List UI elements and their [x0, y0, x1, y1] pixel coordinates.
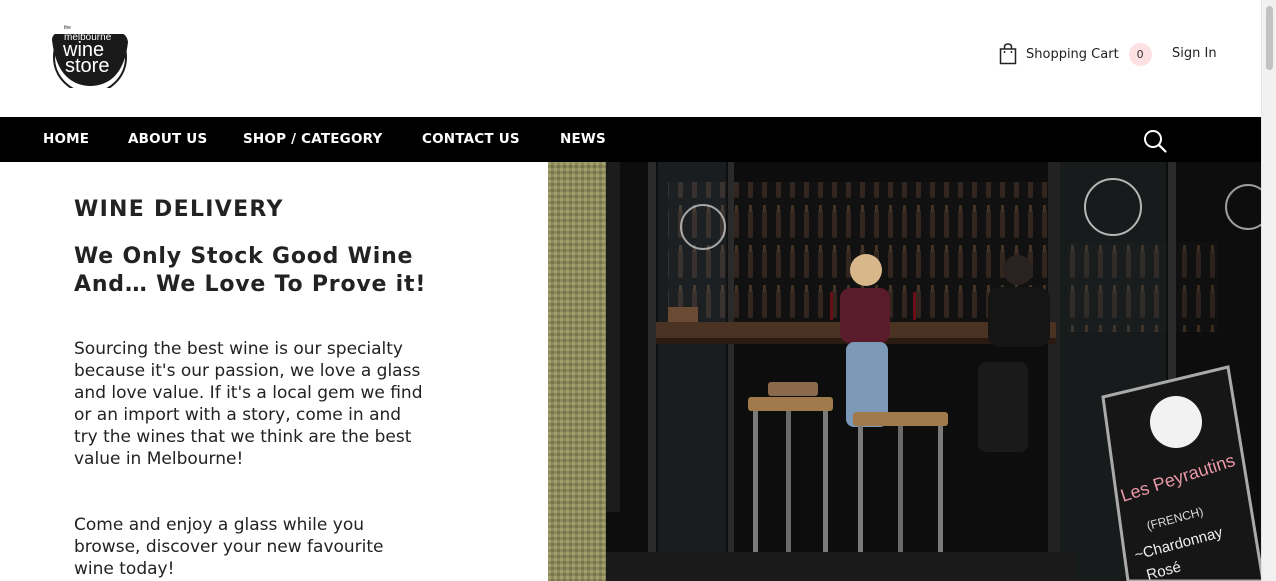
hero-headline: We Only Stock Good Wine And… We Love To … — [74, 244, 427, 297]
wine-store-logo: the melbourne wine store — [51, 18, 129, 94]
nav-item-news[interactable]: NEWS — [560, 131, 606, 147]
page-scrollbar[interactable] — [1261, 0, 1276, 581]
sign-in-link[interactable]: Sign In — [1172, 46, 1217, 61]
storefront-illustration: Les Peyrautins (FRENCH) ~Chardonnay Rosé — [548, 162, 1261, 581]
cart-count-badge: 0 — [1128, 42, 1152, 66]
shopping-cart-label: Shopping Cart — [1026, 46, 1119, 62]
intro-paragraph: Sourcing the best wine is our specialty … — [74, 339, 423, 469]
nav-item-about-us[interactable]: ABOUT US — [128, 131, 207, 147]
shopping-cart-link[interactable]: Shopping Cart 0 — [999, 42, 1152, 66]
site-logo[interactable]: the melbourne wine store — [49, 18, 131, 94]
invite-paragraph: Come and enjoy a glass while you browse,… — [74, 515, 384, 579]
nav-item-home[interactable]: HOME — [43, 131, 89, 147]
nav-item-shop-category[interactable]: SHOP / CATEGORY — [243, 131, 382, 147]
search-icon[interactable] — [1143, 129, 1167, 153]
nav-item-contact-us[interactable]: CONTACT US — [422, 131, 520, 147]
shopping-bag-icon — [999, 43, 1017, 65]
scrollbar-thumb[interactable] — [1266, 6, 1273, 70]
storefront-photo: Les Peyrautins (FRENCH) ~Chardonnay Rosé — [548, 162, 1261, 581]
section-eyebrow: WINE DELIVERY — [74, 197, 284, 222]
site-header: the melbourne wine store Shopping Cart 0… — [0, 0, 1261, 117]
svg-text:the: the — [64, 25, 71, 31]
svg-text:store: store — [65, 55, 109, 77]
main-nav: HOME ABOUT US SHOP / CATEGORY CONTACT US… — [0, 117, 1261, 162]
page: the melbourne wine store Shopping Cart 0… — [0, 0, 1261, 581]
